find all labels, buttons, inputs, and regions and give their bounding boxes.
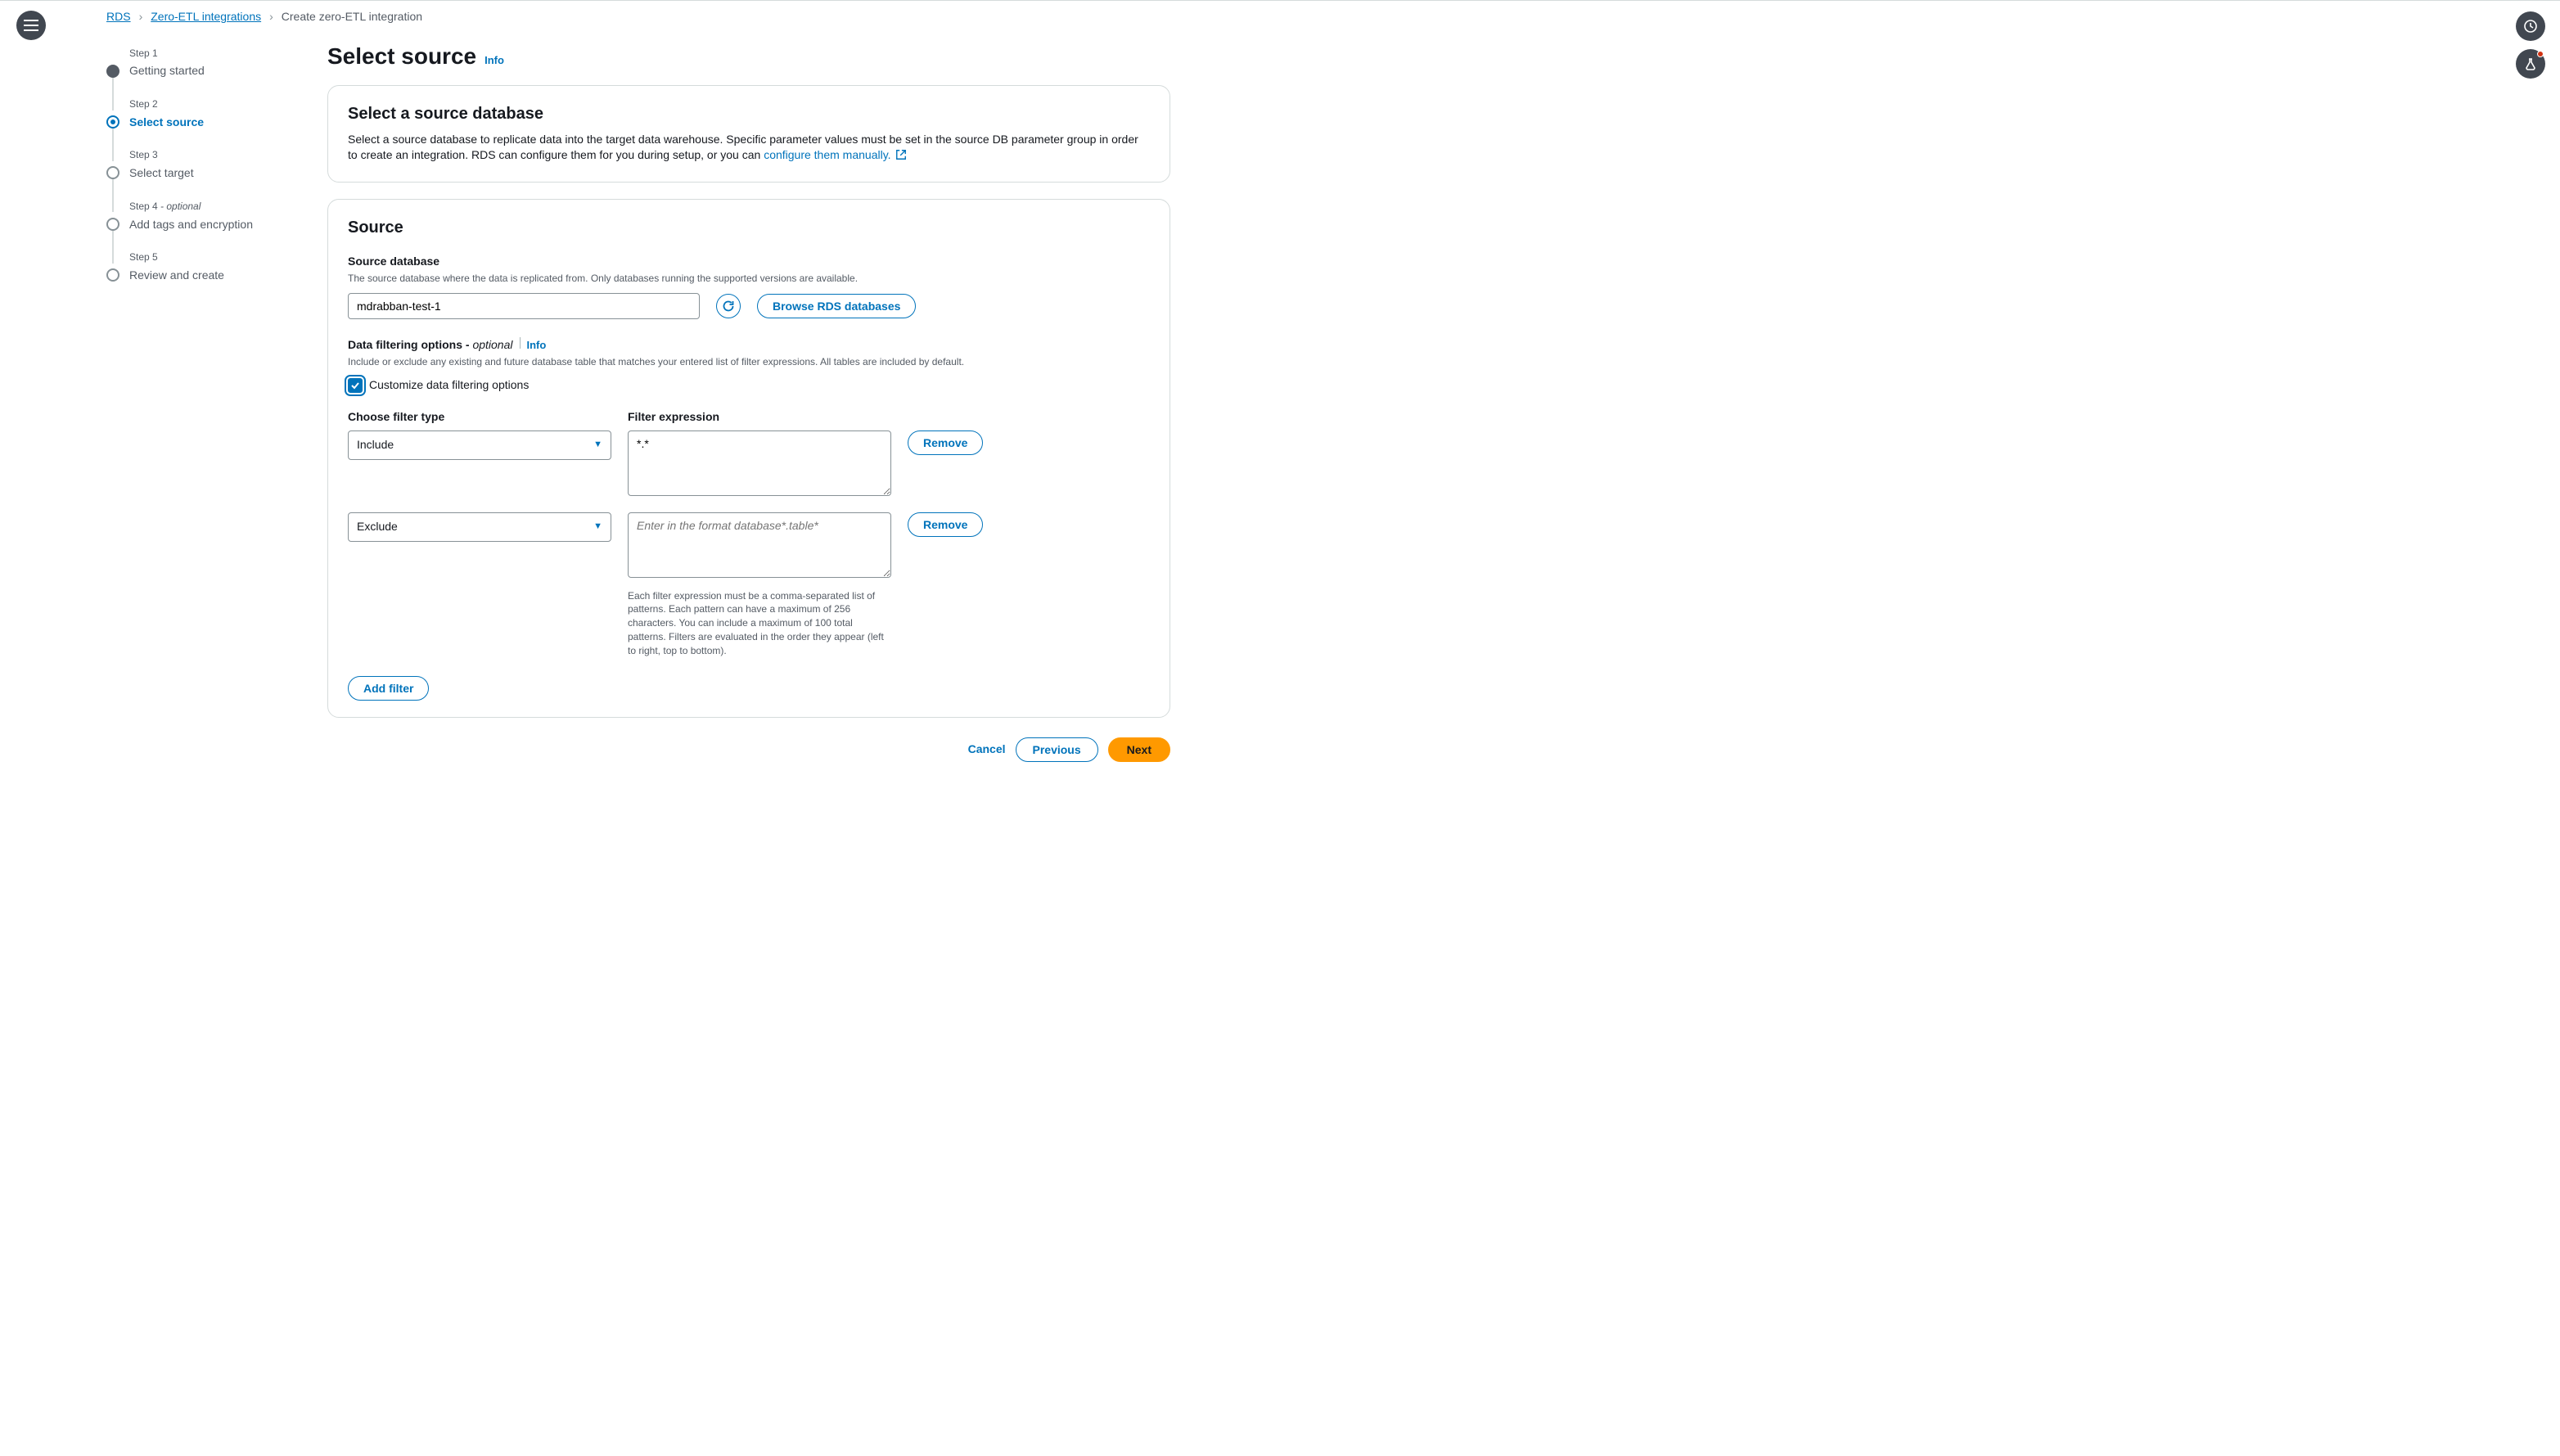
next-button[interactable]: Next bbox=[1108, 737, 1170, 762]
flask-icon bbox=[2523, 56, 2538, 71]
source-db-help: The source database where the data is re… bbox=[348, 272, 1150, 286]
remove-filter-button[interactable]: Remove bbox=[908, 430, 983, 455]
previous-button[interactable]: Previous bbox=[1016, 737, 1098, 762]
browse-rds-databases-button[interactable]: Browse RDS databases bbox=[757, 294, 916, 318]
data-filtering-label: Data filtering options - optional bbox=[348, 337, 513, 354]
intro-card-title: Select a source database bbox=[348, 102, 1150, 125]
step-review-create[interactable]: Step 5 Review and create bbox=[106, 250, 295, 283]
intro-card: Select a source database Select a source… bbox=[327, 85, 1170, 183]
breadcrumb-zero-etl[interactable]: Zero-ETL integrations bbox=[151, 9, 261, 25]
step-select-source[interactable]: Step 2 Select source bbox=[106, 97, 295, 130]
experiments-button[interactable] bbox=[2516, 49, 2545, 79]
hamburger-menu-button[interactable] bbox=[16, 11, 46, 40]
step-add-tags-encryption[interactable]: Step 4 - optional Add tags and encryptio… bbox=[106, 200, 295, 232]
cloudshell-button[interactable] bbox=[2516, 11, 2545, 41]
refresh-icon bbox=[722, 300, 735, 313]
page-title: Select source bbox=[327, 40, 476, 72]
wizard-steps: Step 1 Getting started Step 2 Select sou… bbox=[106, 40, 295, 762]
notification-dot-icon bbox=[2537, 51, 2544, 57]
filter-expression-input[interactable] bbox=[628, 430, 891, 496]
breadcrumb-current: Create zero-ETL integration bbox=[282, 9, 422, 25]
chevron-down-icon: ▼ bbox=[593, 439, 602, 451]
step-getting-started[interactable]: Step 1 Getting started bbox=[106, 47, 295, 79]
configure-manually-link[interactable]: configure them manually. bbox=[764, 148, 907, 161]
add-filter-button[interactable]: Add filter bbox=[348, 676, 429, 701]
refresh-button[interactable] bbox=[716, 294, 741, 318]
data-filtering-info-link[interactable]: Info bbox=[527, 338, 547, 353]
filter-expression-header: Filter expression bbox=[628, 409, 891, 426]
external-link-icon bbox=[895, 149, 907, 165]
intro-card-desc: Select a source database to replicate da… bbox=[348, 132, 1150, 165]
chevron-right-icon: › bbox=[139, 9, 143, 25]
source-db-label: Source database bbox=[348, 254, 1150, 270]
filter-row: Include ▼ Remove bbox=[348, 430, 1150, 496]
chevron-right-icon: › bbox=[269, 9, 273, 25]
source-card-title: Source bbox=[348, 216, 1150, 239]
filter-type-select[interactable]: Include ▼ bbox=[348, 430, 611, 460]
source-db-input[interactable] bbox=[348, 293, 700, 319]
cancel-button[interactable]: Cancel bbox=[968, 742, 1006, 758]
check-icon bbox=[350, 381, 360, 390]
clock-icon bbox=[2523, 19, 2538, 34]
customize-filtering-label: Customize data filtering options bbox=[369, 377, 529, 394]
step-select-target[interactable]: Step 3 Select target bbox=[106, 148, 295, 181]
source-card: Source Source database The source databa… bbox=[327, 199, 1170, 718]
filter-row: Exclude ▼ Each filter expression must be… bbox=[348, 512, 1150, 658]
customize-filtering-checkbox[interactable] bbox=[348, 378, 363, 393]
hamburger-icon bbox=[24, 20, 38, 31]
breadcrumb: RDS › Zero-ETL integrations › Create zer… bbox=[106, 9, 1170, 25]
filter-type-select[interactable]: Exclude ▼ bbox=[348, 512, 611, 542]
remove-filter-button[interactable]: Remove bbox=[908, 512, 983, 537]
chevron-down-icon: ▼ bbox=[593, 521, 602, 533]
filter-expression-help: Each filter expression must be a comma-s… bbox=[628, 589, 891, 658]
wizard-footer: Cancel Previous Next bbox=[327, 737, 1170, 762]
data-filtering-help: Include or exclude any existing and futu… bbox=[348, 355, 1150, 369]
filter-type-header: Choose filter type bbox=[348, 409, 611, 426]
breadcrumb-rds[interactable]: RDS bbox=[106, 9, 131, 25]
info-link[interactable]: Info bbox=[485, 53, 504, 68]
filter-expression-input[interactable] bbox=[628, 512, 891, 578]
